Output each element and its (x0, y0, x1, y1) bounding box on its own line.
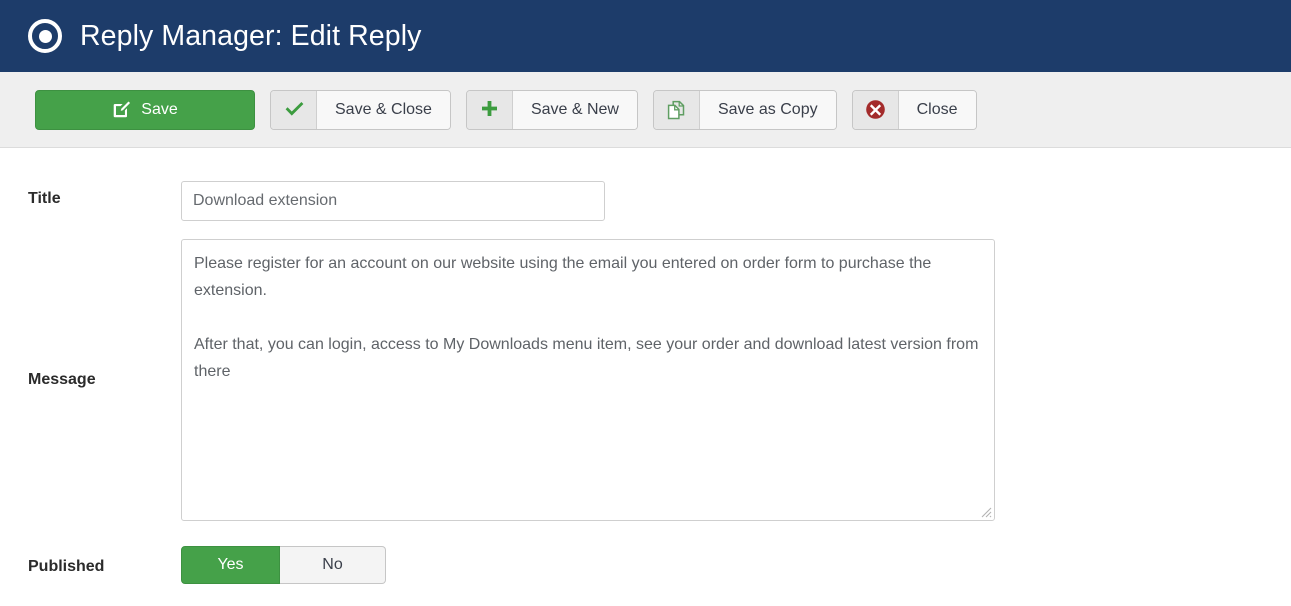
save-and-close-button[interactable]: Save & Close (270, 89, 451, 130)
save-and-new-label: Save & New (512, 90, 637, 129)
close-button[interactable]: Close (851, 89, 977, 130)
close-button-label: Close (898, 90, 976, 129)
resize-handle-icon[interactable] (979, 505, 992, 518)
published-label: Published (28, 558, 105, 575)
title-input[interactable]: Download extension (181, 181, 605, 221)
page-title: Reply Manager: Edit Reply (80, 19, 422, 52)
copy-pages-icon (653, 90, 700, 129)
published-toggle-group: Yes No (181, 546, 386, 584)
circle-x-icon (852, 90, 899, 129)
edit-square-icon (112, 100, 131, 119)
save-button[interactable]: Save (35, 89, 255, 130)
published-row: Published Yes No (0, 546, 1291, 584)
app-header: Reply Manager: Edit Reply (0, 0, 1291, 72)
save-as-copy-label: Save as Copy (699, 90, 836, 129)
plus-icon (466, 90, 513, 129)
target-circle-icon (28, 19, 62, 53)
edit-reply-form: Title Download extension Message Please … (0, 181, 1291, 584)
save-and-new-button[interactable]: Save & New (465, 89, 638, 130)
save-and-close-label: Save & Close (317, 90, 450, 129)
message-field-wrap: Please register for an account on our we… (181, 239, 995, 521)
title-row: Title Download extension (0, 181, 1291, 221)
save-as-copy-button[interactable]: Save as Copy (652, 89, 837, 130)
title-label: Title (28, 190, 61, 207)
published-yes-button[interactable]: Yes (181, 546, 280, 584)
published-no-button[interactable]: No (280, 546, 386, 584)
check-icon (271, 90, 317, 129)
target-circle-dot (38, 29, 52, 43)
message-textarea[interactable]: Please register for an account on our we… (181, 239, 995, 521)
toolbar: Save Save & Close Save & New Save as Cop… (0, 72, 1291, 148)
message-row: Message Please register for an account o… (0, 239, 1291, 521)
save-button-label: Save (141, 100, 178, 118)
message-label: Message (28, 371, 96, 388)
